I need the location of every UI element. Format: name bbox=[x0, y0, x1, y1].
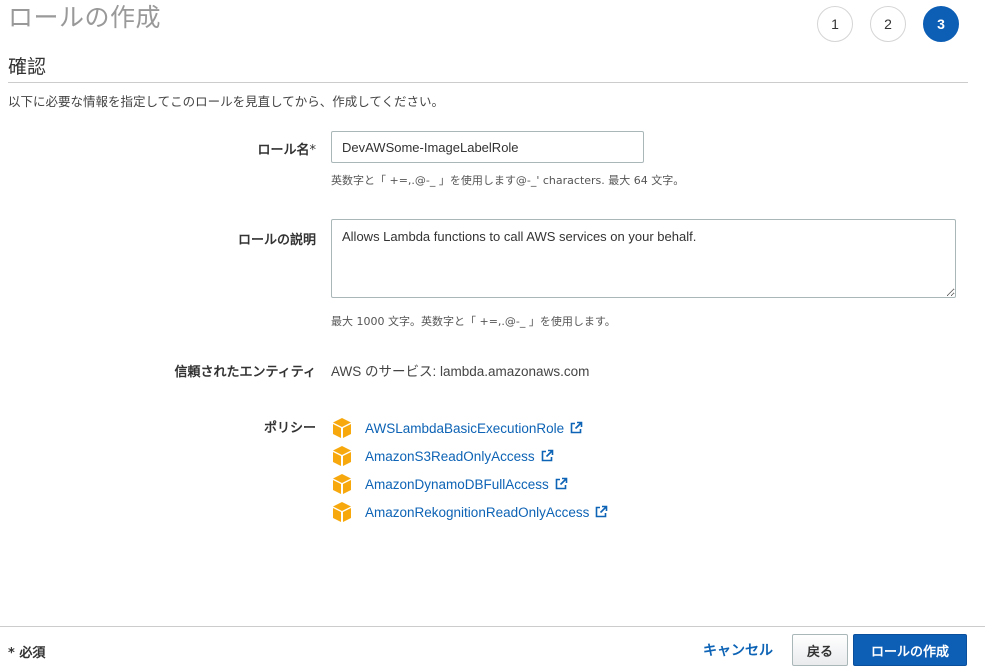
page-title: ロールの作成 bbox=[8, 3, 162, 32]
role-description-textarea[interactable]: Allows Lambda functions to call AWS serv… bbox=[331, 219, 956, 298]
policies-label: ポリシー bbox=[263, 421, 316, 436]
footer-divider bbox=[0, 626, 985, 627]
required-mark: * bbox=[309, 143, 317, 158]
role-name-hint: 英数字と「 +=,.@-_ 」を使用します@-_' characters. 最大… bbox=[331, 174, 685, 187]
policy-item: AWSLambdaBasicExecutionRole bbox=[331, 414, 608, 442]
policy-list: AWSLambdaBasicExecutionRole AmazonS3Read… bbox=[331, 414, 608, 526]
policy-cube-icon bbox=[333, 418, 351, 438]
role-name-label-text: ロール名 bbox=[257, 143, 310, 158]
step-3-indicator: 3 bbox=[923, 6, 959, 42]
trusted-entity-value: AWS のサービス: lambda.amazonaws.com bbox=[331, 364, 590, 379]
external-link-icon[interactable] bbox=[594, 505, 608, 519]
role-name-input[interactable] bbox=[331, 131, 644, 163]
external-link-icon[interactable] bbox=[554, 477, 568, 491]
policy-link[interactable]: AWSLambdaBasicExecutionRole bbox=[365, 421, 564, 436]
back-button[interactable]: 戻る bbox=[792, 634, 848, 666]
external-link-icon[interactable] bbox=[540, 449, 554, 463]
role-name-label: ロール名* bbox=[257, 139, 316, 158]
policy-item: AmazonDynamoDBFullAccess bbox=[331, 470, 608, 498]
policy-link[interactable]: AmazonRekognitionReadOnlyAccess bbox=[365, 505, 589, 520]
policy-cube-icon bbox=[333, 474, 351, 494]
section-divider bbox=[8, 82, 968, 83]
policy-cube-icon bbox=[333, 502, 351, 522]
policy-item: AmazonRekognitionReadOnlyAccess bbox=[331, 498, 608, 526]
step-2-indicator: 2 bbox=[870, 6, 906, 42]
policy-cube-icon bbox=[333, 446, 351, 466]
wizard-steps: 1 2 3 bbox=[817, 6, 959, 42]
cancel-button[interactable]: キャンセル bbox=[703, 640, 773, 660]
trusted-entity-label: 信頼されたエンティティ bbox=[174, 365, 316, 380]
external-link-icon[interactable] bbox=[569, 421, 583, 435]
section-title: 確認 bbox=[8, 56, 47, 78]
policy-item: AmazonS3ReadOnlyAccess bbox=[331, 442, 608, 470]
role-description-hint: 最大 1000 文字。英数字と「 +=,.@-_ 」を使用します。 bbox=[331, 315, 616, 328]
role-description-label: ロールの説明 bbox=[237, 233, 316, 248]
step-1-indicator: 1 bbox=[817, 6, 853, 42]
policy-link[interactable]: AmazonDynamoDBFullAccess bbox=[365, 477, 549, 492]
policy-link[interactable]: AmazonS3ReadOnlyAccess bbox=[365, 449, 535, 464]
instruction-text: 以下に必要な情報を指定してこのロールを見直してから、作成してください。 bbox=[8, 94, 445, 109]
create-role-button[interactable]: ロールの作成 bbox=[853, 634, 967, 666]
required-note: * 必須 bbox=[8, 646, 46, 661]
